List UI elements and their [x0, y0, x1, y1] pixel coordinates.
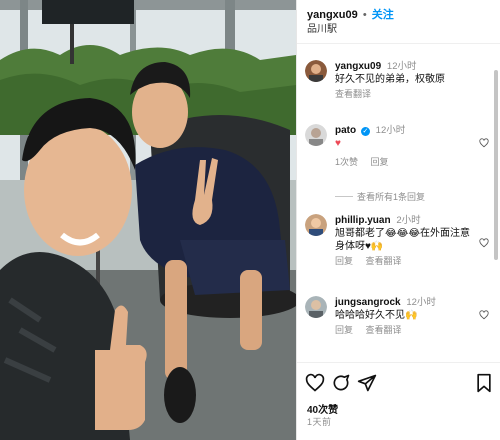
location-link[interactable]: 品川駅 [307, 23, 492, 37]
post-header: yangxu09 • 关注 品川駅 [297, 0, 500, 44]
comment-text-line-2: 身体呀♥🙌 [335, 241, 384, 252]
heart-icon[interactable] [479, 138, 489, 148]
reply-link[interactable]: 回复 [371, 157, 389, 167]
view-replies-link[interactable]: 查看所有1条回复 [335, 190, 425, 203]
comments-scrollbar[interactable] [494, 70, 498, 260]
see-translation-link[interactable]: 查看翻译 [335, 89, 371, 99]
view-replies-label: 查看所有1条回复 [357, 192, 426, 202]
comment-time: 12小时 [406, 297, 436, 308]
reply-link[interactable]: 回复 [335, 256, 353, 266]
comment-text: ♥ [335, 138, 341, 149]
follow-button[interactable]: 关注 [372, 9, 394, 21]
heart-icon[interactable] [479, 310, 489, 320]
comment-time: 12小时 [375, 125, 406, 136]
divider-dash [335, 196, 353, 197]
heart-icon[interactable] [305, 373, 325, 393]
avatar[interactable] [305, 124, 327, 146]
comment-text-line-1: 旭哥都老了😂😂😂在外面注意 [335, 228, 471, 239]
comment-username[interactable]: yangxu09 [335, 61, 381, 72]
comment-username[interactable]: pato [335, 125, 356, 136]
comment-time: 12小时 [386, 61, 417, 72]
selfie-photo-illustration [0, 0, 296, 440]
header-separator: • [362, 9, 367, 21]
verified-badge-icon: ✓ [360, 127, 370, 136]
comment-username[interactable]: jungsangrock [335, 297, 401, 308]
like-count-total[interactable]: 40次赞 [307, 401, 338, 416]
comment-text: 哈哈哈好久不见🙌 [335, 310, 418, 321]
see-translation-link[interactable]: 查看翻译 [366, 256, 402, 266]
avatar[interactable] [305, 296, 327, 318]
share-icon[interactable] [357, 373, 377, 393]
comment-icon[interactable] [331, 373, 351, 393]
comment-time: 2小时 [396, 215, 421, 226]
comment-username[interactable]: phillip.yuan [335, 215, 391, 226]
post-side-panel: yangxu09 • 关注 品川駅 yangxu09 12小时 好久不见的弟弟，… [296, 0, 500, 440]
post-date: 1天前 [307, 417, 332, 427]
post-photo[interactable] [0, 0, 296, 440]
avatar[interactable] [305, 214, 327, 236]
comment-text: 好久不见的弟弟，权敬原 [335, 74, 445, 85]
post-actions-bar: 40次赞 1天前 [297, 362, 500, 440]
see-translation-link[interactable]: 查看翻译 [366, 325, 402, 335]
like-count[interactable]: 1次赞 [335, 157, 358, 167]
avatar[interactable] [305, 60, 327, 82]
reply-link[interactable]: 回复 [335, 325, 353, 335]
header-username[interactable]: yangxu09 [307, 9, 358, 21]
bookmark-icon[interactable] [475, 373, 493, 393]
heart-icon[interactable] [479, 238, 489, 248]
